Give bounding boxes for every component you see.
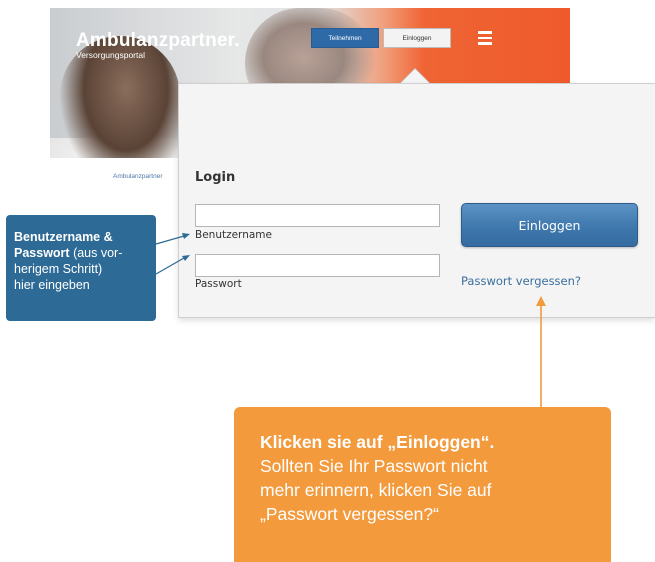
login-dropdown (178, 83, 655, 318)
username-label: Benutzername (195, 229, 272, 241)
breadcrumb[interactable]: Ambulanzpartner (113, 173, 163, 180)
header-login-button[interactable]: Einloggen (383, 28, 451, 48)
callout-text: (aus vor- (69, 246, 123, 260)
callout-text: herigem Schritt) (14, 262, 103, 276)
login-submit-button[interactable]: Einloggen (461, 203, 638, 247)
callout-line: mehr erinnern, klicken Sie auf (260, 480, 492, 500)
callout-line: Sollten Sie Ihr Passwort nicht (260, 456, 488, 476)
hamburger-menu-icon[interactable] (478, 31, 492, 45)
menu-bar (478, 31, 492, 34)
site-logo[interactable]: Ambulanzpartner. (76, 30, 240, 52)
callout-bold-password: Passwort (14, 246, 70, 260)
login-title: Login (195, 170, 236, 185)
callout-text: hier eingeben (14, 278, 90, 292)
password-label: Passwort (195, 278, 242, 290)
join-button[interactable]: Teilnehmen (311, 28, 379, 48)
callout-line: „Passwort vergessen?“ (260, 504, 439, 524)
menu-bar (478, 42, 492, 45)
callout-bold-username: Benutzername & (14, 230, 113, 244)
instruction-callout-credentials: Benutzername & Passwort (aus vor- herige… (6, 215, 156, 321)
callout-title: Klicken sie auf „Einloggen“. (260, 432, 495, 452)
instruction-callout-login: Klicken sie auf „Einloggen“. Sollten Sie… (234, 407, 611, 562)
forgot-password-link[interactable]: Passwort vergessen? (461, 274, 581, 288)
menu-bar (478, 36, 492, 39)
password-input[interactable] (195, 254, 440, 277)
site-subtitle: Versorgungsportal (76, 50, 145, 60)
username-input[interactable] (195, 204, 440, 227)
